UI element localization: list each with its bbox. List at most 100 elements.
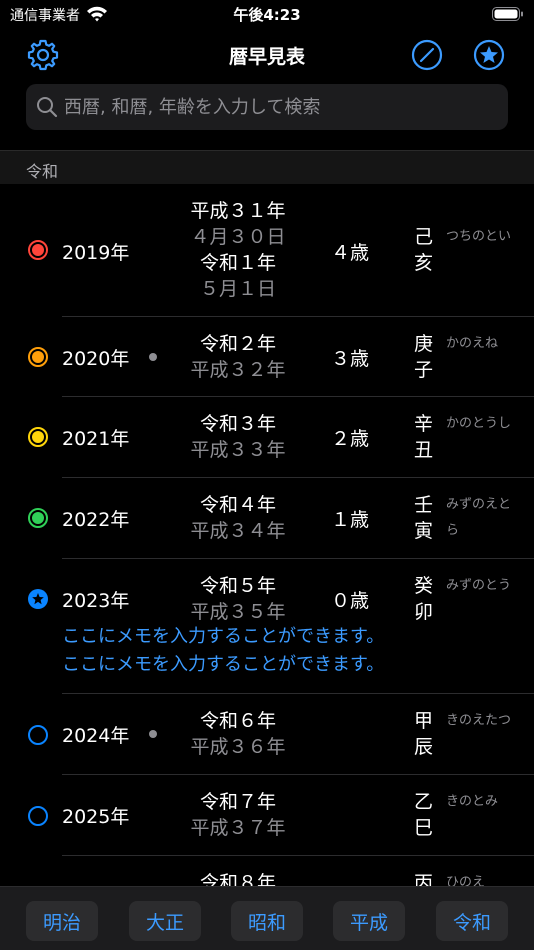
age-label: ０歳: [330, 590, 369, 612]
search-bar: [26, 84, 508, 130]
kanshi-reading: きのとみ: [446, 794, 499, 809]
tab-showa[interactable]: 昭和: [231, 901, 303, 941]
kanshi-reading: かのえね: [446, 336, 499, 351]
kanshi-char: 癸: [414, 575, 434, 597]
era-primary: 令和４年: [199, 494, 276, 516]
section-header: 令和: [0, 150, 534, 184]
memo-line: ここにメモを入力することができます。: [62, 654, 385, 675]
year-list[interactable]: 2019年 平成３１年 ４月３０日 令和１年 ５月１日 ４歳 己 亥 つちのとい…: [0, 184, 534, 886]
kanshi-char: 甲: [414, 710, 434, 732]
era-tab-bar: 明治 大正 昭和 平成 令和: [0, 886, 534, 950]
note-indicator: [149, 730, 157, 738]
kanshi: 壬 寅: [414, 492, 438, 544]
age-label: ４歳: [330, 242, 369, 264]
era-date: ５月１日: [199, 278, 276, 300]
search-input[interactable]: [64, 84, 494, 130]
year-label: 2023年: [62, 590, 130, 612]
kanshi-reading: ひのえ: [446, 875, 486, 886]
year-label: 2025年: [62, 806, 130, 828]
section-title: 令和: [26, 162, 59, 181]
year-label: 2019年: [62, 242, 130, 264]
kanshi: 甲 辰: [414, 708, 438, 760]
kanshi-char: 庚: [414, 333, 434, 355]
kanshi-reading: きのえたつ: [446, 713, 512, 728]
era-block: 令和８年: [168, 870, 308, 886]
age-label: １歳: [330, 509, 369, 531]
table-row[interactable]: 2023年 令和５年 平成３５年 ０歳 癸 卯 みずのとう ここにメモを入力する…: [0, 559, 534, 694]
year-label: 2020年: [62, 348, 130, 370]
kanshi-reading: かのとうし: [446, 416, 512, 431]
star-icon[interactable]: [472, 38, 506, 72]
tab-heisei[interactable]: 平成: [333, 901, 405, 941]
kanshi-char: 卯: [414, 601, 434, 623]
table-row[interactable]: 2024年 令和６年 平成３６年 甲 辰 きのえたつ: [0, 694, 534, 775]
era-block: 令和７年 平成３７年: [168, 789, 308, 841]
era-primary: 令和２年: [199, 333, 276, 355]
age-label: ３歳: [330, 348, 369, 370]
color-marker-empty[interactable]: [28, 806, 48, 826]
kanshi: 癸 卯: [414, 573, 438, 625]
era-secondary: 平成３２年: [190, 359, 286, 381]
table-row[interactable]: 2025年 令和７年 平成３７年 乙 巳 きのとみ: [0, 775, 534, 856]
color-marker-green[interactable]: [28, 508, 48, 528]
battery-icon: [492, 7, 523, 21]
page-title: 暦早見表: [228, 46, 305, 68]
table-row[interactable]: 2021年 令和３年 平成３３年 ２歳 辛 丑 かのとうし: [0, 397, 534, 478]
kanshi-char: 子: [414, 359, 434, 381]
tab-reiwa[interactable]: 令和: [436, 901, 508, 941]
era-primary: 令和３年: [199, 413, 276, 435]
star-marker-icon[interactable]: [28, 589, 48, 609]
memo-text[interactable]: ここにメモを入力することができます。 ここにメモを入力することができます。: [62, 623, 384, 679]
era-block: 令和４年 平成３４年: [168, 492, 308, 544]
status-bar: 通信事業者 午後4:23: [0, 0, 534, 30]
kanshi-reading: みずのとう: [446, 578, 512, 593]
era-primary: 令和６年: [199, 710, 276, 732]
compass-icon[interactable]: [410, 38, 444, 72]
year-label: 2024年: [62, 725, 130, 747]
color-marker-yellow[interactable]: [28, 427, 48, 447]
kanshi: 丙: [414, 870, 438, 886]
kanshi-char: 亥: [414, 252, 434, 274]
kanshi-reading: みずのえとら: [446, 497, 512, 538]
era-primary: 令和７年: [199, 791, 276, 813]
era-primary: 平成３１年: [190, 200, 286, 222]
table-row[interactable]: 2022年 令和４年 平成３４年 １歳 壬 寅 みずのえとら: [0, 478, 534, 559]
era-secondary: 平成３３年: [190, 439, 286, 461]
year-label: 2022年: [62, 509, 130, 531]
era-block: 平成３１年 ４月３０日 令和１年 ５月１日: [168, 198, 308, 302]
era-date: ４月３０日: [190, 226, 286, 248]
era-block: 令和６年 平成３６年: [168, 708, 308, 760]
navigation-bar: 暦早見表: [0, 30, 534, 80]
kanshi: 辛 丑: [414, 411, 438, 463]
table-row[interactable]: 2019年 平成３１年 ４月３０日 令和１年 ５月１日 ４歳 己 亥 つちのとい: [0, 184, 534, 317]
era-secondary: 平成３５年: [190, 601, 286, 623]
tab-taisho[interactable]: 大正: [129, 901, 201, 941]
kanshi-char: 丑: [414, 439, 434, 461]
era-secondary: 令和１年: [199, 252, 276, 274]
age-label: ２歳: [330, 428, 369, 450]
era-block: 令和３年 平成３３年: [168, 411, 308, 463]
note-indicator: [149, 353, 157, 361]
kanshi-char: 己: [414, 226, 434, 248]
kanshi-reading: つちのとい: [446, 229, 512, 244]
kanshi-char: 壬: [414, 494, 434, 516]
era-secondary: 平成３７年: [190, 817, 286, 839]
era-secondary: 平成３６年: [190, 736, 286, 758]
color-marker-orange[interactable]: [28, 347, 48, 367]
era-primary: 令和５年: [199, 575, 276, 597]
era-block: 令和５年 平成３５年: [168, 573, 308, 625]
kanshi: 乙 巳: [414, 789, 438, 841]
era-block: 令和２年 平成３２年: [168, 331, 308, 383]
kanshi: 己 亥: [414, 224, 438, 276]
kanshi-char: 丙: [414, 872, 434, 886]
table-row[interactable]: 令和８年 丙 ひのえ: [0, 856, 534, 886]
table-row[interactable]: 2020年 令和２年 平成３２年 ３歳 庚 子 かのえね: [0, 317, 534, 397]
kanshi-char: 寅: [414, 520, 434, 542]
kanshi-char: 辛: [414, 413, 434, 435]
color-marker-empty[interactable]: [28, 725, 48, 745]
era-primary: 令和８年: [199, 872, 276, 886]
tab-meiji[interactable]: 明治: [26, 901, 98, 941]
color-marker-red[interactable]: [28, 240, 48, 260]
search-icon: [37, 97, 58, 118]
clock: 午後4:23: [233, 6, 301, 24]
